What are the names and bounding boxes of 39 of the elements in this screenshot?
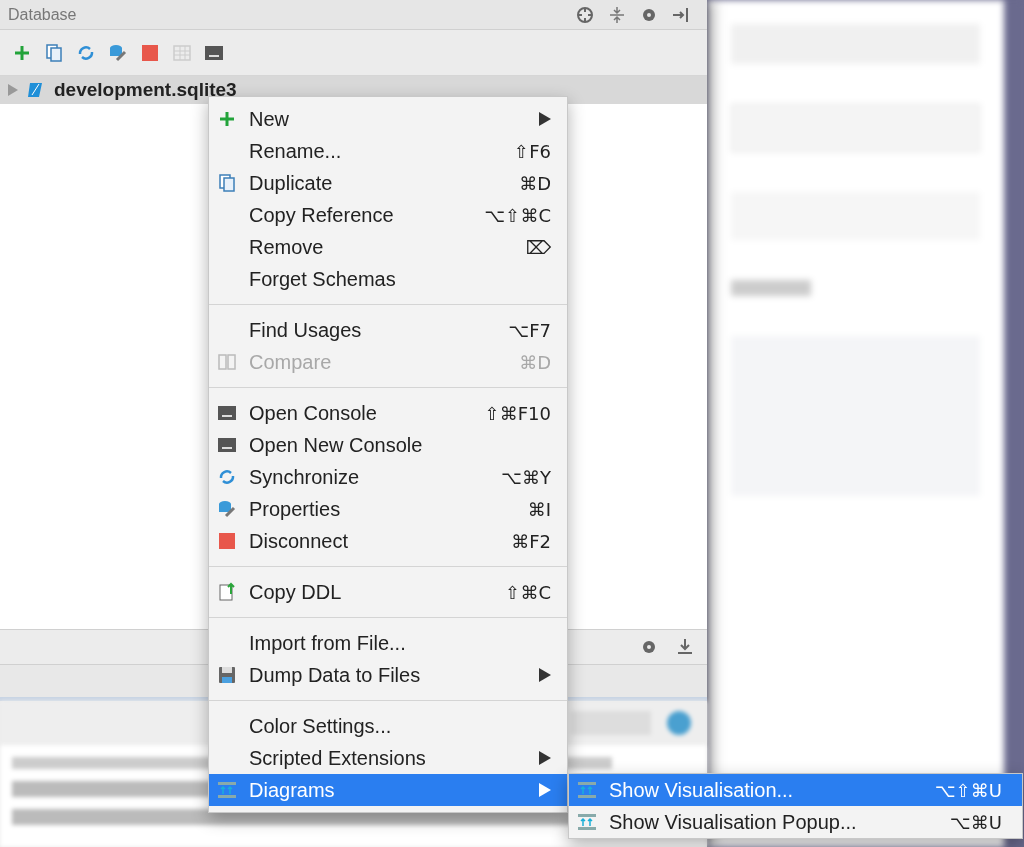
menu-item[interactable]: Rename... ⇧F6 (209, 135, 567, 167)
menu-item[interactable]: Copy Reference ⌥⇧⌘C (209, 199, 567, 231)
diagram-icon (217, 780, 237, 800)
collapse-icon (607, 4, 627, 25)
stop-icon (140, 42, 160, 63)
stop-icon (217, 531, 237, 551)
menu-item[interactable]: Synchronize ⌥⌘Y (209, 461, 567, 493)
menu-item[interactable]: Duplicate ⌘D (209, 167, 567, 199)
copy-icon (44, 42, 64, 63)
menu-item[interactable]: Show Visualisation... ⌥⇧⌘U (569, 774, 1022, 806)
blurred-content (667, 711, 691, 735)
plus-icon (217, 109, 237, 129)
menu-item[interactable]: Diagrams (209, 774, 567, 806)
menu-item[interactable]: Color Settings... (209, 710, 567, 742)
sync-icon (217, 467, 237, 487)
menu-item[interactable]: Forget Schemas (209, 263, 567, 295)
menu-item[interactable]: Copy DDL ⇧⌘C (209, 576, 567, 608)
panel-title: Database (8, 4, 77, 25)
menu-item[interactable]: Open New Console (209, 429, 567, 461)
menu-item[interactable]: Properties ⌘I (209, 493, 567, 525)
menu-item[interactable]: Scripted Extensions (209, 742, 567, 774)
menu-item[interactable]: Remove ⌦ (209, 231, 567, 263)
menu-item[interactable]: Disconnect ⌘F2 (209, 525, 567, 557)
menu-item[interactable]: New (209, 103, 567, 135)
menu-item[interactable]: Import from File... (209, 627, 567, 659)
menu-item[interactable]: Show Visualisation Popup... ⌥⌘U (569, 806, 1022, 838)
diagram-icon (577, 780, 597, 800)
console-icon (217, 435, 237, 455)
menu-item[interactable]: Open Console ⇧⌘F10 (209, 397, 567, 429)
table-icon (172, 42, 192, 63)
download-icon (675, 637, 695, 657)
ddl-file-icon (217, 582, 237, 602)
compare-icon (217, 352, 237, 372)
diagram-icon (577, 812, 597, 832)
copy-icon (217, 173, 237, 193)
menu-item[interactable]: Find Usages ⌥F7 (209, 314, 567, 346)
menu-item[interactable]: Dump Data to Files (209, 659, 567, 691)
console-icon (217, 403, 237, 423)
crosshair-icon (575, 4, 595, 25)
